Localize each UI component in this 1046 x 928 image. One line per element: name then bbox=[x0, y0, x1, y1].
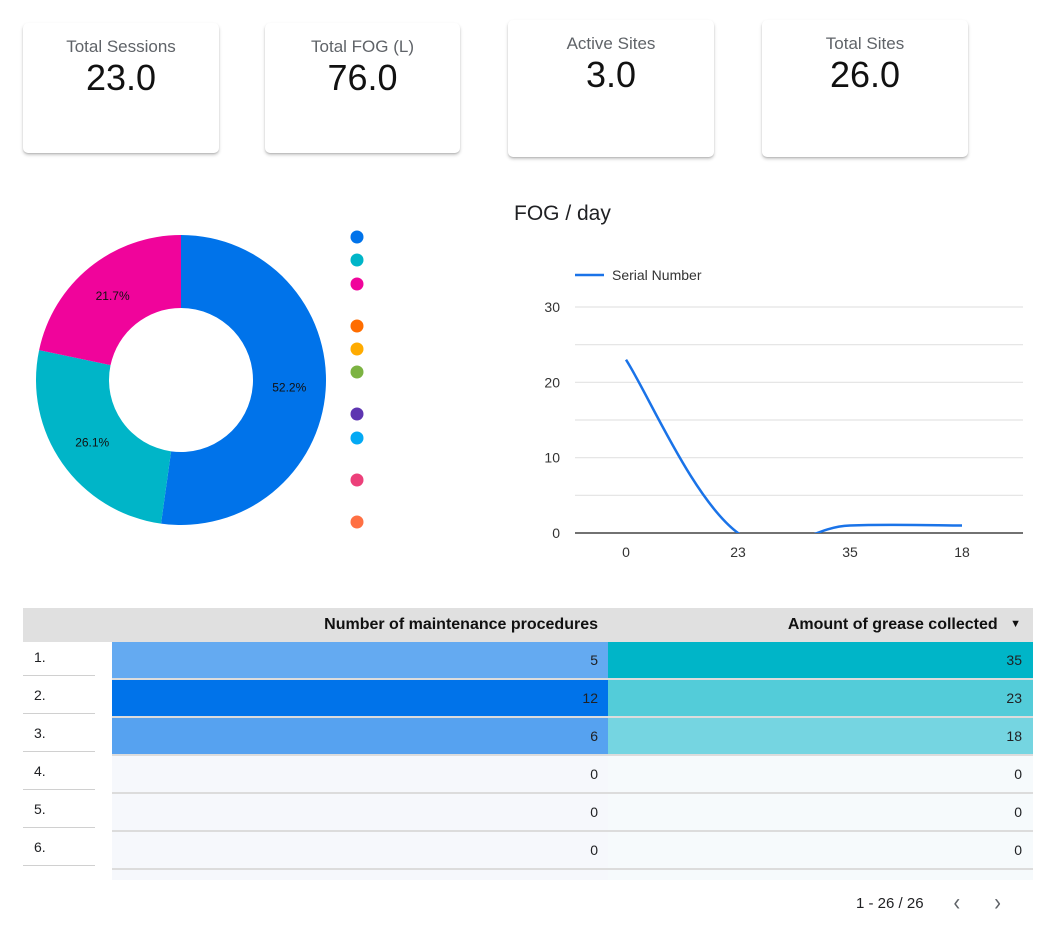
legend-marker[interactable] bbox=[350, 473, 364, 487]
table-row[interactable]: 4. 0 0 bbox=[23, 756, 1033, 794]
table-row[interactable]: 5. 0 0 bbox=[23, 794, 1033, 832]
legend-label[interactable]: Serial Number bbox=[612, 267, 702, 283]
donut-slice-label: 52.2% bbox=[272, 380, 306, 394]
legend-marker[interactable] bbox=[350, 515, 364, 529]
row-index: 4. bbox=[23, 752, 95, 790]
y-tick-label: 10 bbox=[544, 450, 560, 466]
x-tick-label: 0 bbox=[622, 544, 630, 560]
legend-marker[interactable] bbox=[350, 365, 364, 379]
row-index: 1. bbox=[23, 638, 95, 676]
legend-marker[interactable] bbox=[350, 319, 364, 333]
row-index: 5. bbox=[23, 790, 95, 828]
legend-marker[interactable] bbox=[350, 431, 364, 445]
cell-maintenance: 0 bbox=[112, 794, 608, 832]
legend-marker[interactable] bbox=[350, 277, 364, 291]
cell-grease: 0 bbox=[608, 794, 1033, 832]
scorecard-label: Total Sessions bbox=[66, 37, 176, 56]
row-index: 6. bbox=[23, 828, 95, 866]
y-tick-label: 0 bbox=[552, 525, 560, 541]
sort-descending-icon[interactable]: ▼ bbox=[1010, 618, 1021, 630]
cell-grease: 0 bbox=[608, 756, 1033, 794]
cell-grease: 35 bbox=[608, 642, 1033, 680]
line-chart: 0 10 20 30 0 23 35 18 Serial Number bbox=[500, 250, 1046, 570]
cell-grease: 23 bbox=[608, 680, 1033, 718]
table-body: 1. 5 35 2. 12 23 3. 6 18 4. 0 0 5. 0 0 6. 0 0 bbox=[23, 642, 1033, 870]
x-tick-label: 35 bbox=[842, 544, 858, 560]
scorecard-total-fog: Total FOG (L) 76.0 bbox=[265, 23, 460, 153]
column-header-maintenance[interactable]: Number of maintenance procedures bbox=[112, 616, 608, 634]
cell-maintenance: 12 bbox=[112, 680, 608, 718]
legend-marker[interactable] bbox=[350, 253, 364, 267]
scorecard-value: 76.0 bbox=[327, 57, 398, 98]
cell-grease: 18 bbox=[608, 718, 1033, 756]
legend-marker[interactable] bbox=[350, 342, 364, 356]
line-chart-svg: 0 10 20 30 0 23 35 18 Serial Number bbox=[544, 267, 1023, 560]
table-row[interactable]: 6. 0 0 bbox=[23, 832, 1033, 870]
scorecard-total-sites: Total Sites 26.0 bbox=[762, 20, 968, 157]
scorecard-active-sites: Active Sites 3.0 bbox=[508, 20, 714, 157]
scorecard-value: 23.0 bbox=[85, 57, 157, 98]
y-tick-label: 30 bbox=[544, 299, 560, 315]
table-row[interactable]: 1. 5 35 bbox=[23, 642, 1033, 680]
legend-marker[interactable] bbox=[350, 407, 364, 421]
scorecard-label: Active Sites bbox=[566, 34, 656, 53]
row-index: 2. bbox=[23, 676, 95, 714]
scorecard-value: 26.0 bbox=[829, 54, 901, 95]
column-header-grease-label: Amount of grease collected bbox=[787, 616, 998, 633]
cell-grease: 0 bbox=[608, 832, 1033, 870]
donut-chart-svg: 52.2% 26.1% 21.7% bbox=[35, 230, 364, 529]
scorecard-label: Total Sites bbox=[825, 34, 905, 53]
donut-slice-label: 26.1% bbox=[75, 435, 109, 449]
donut-chart: 52.2% 26.1% 21.7% bbox=[20, 220, 390, 540]
donut-slice-label: 21.7% bbox=[96, 289, 130, 303]
x-tick-label: 23 bbox=[730, 544, 746, 560]
pagination-label: 1 - 26 / 26 bbox=[856, 895, 924, 912]
table-row[interactable]: 2. 12 23 bbox=[23, 680, 1033, 718]
cell-maintenance: 0 bbox=[112, 756, 608, 794]
next-page-button[interactable]: › bbox=[994, 890, 1001, 918]
pagination: 1 - 26 / 26 ‹ › bbox=[856, 890, 1001, 918]
table-footer-spacer bbox=[23, 870, 1033, 880]
scorecard-label: Total FOG (L) bbox=[311, 37, 414, 56]
previous-page-button[interactable]: ‹ bbox=[954, 890, 961, 918]
scorecard-value: 3.0 bbox=[585, 54, 637, 95]
cell-maintenance: 0 bbox=[112, 832, 608, 870]
y-tick-label: 20 bbox=[544, 374, 560, 390]
cell-maintenance: 5 bbox=[112, 642, 608, 680]
data-table: Number of maintenance procedures Amount … bbox=[23, 608, 1033, 880]
x-tick-label: 18 bbox=[954, 544, 970, 560]
table-header: Number of maintenance procedures Amount … bbox=[23, 608, 1033, 642]
series-line-serial-number[interactable] bbox=[624, 359, 963, 547]
table-row[interactable]: 3. 6 18 bbox=[23, 718, 1033, 756]
row-index: 3. bbox=[23, 714, 95, 752]
scorecard-total-sessions: Total Sessions 23.0 bbox=[23, 23, 219, 153]
legend-marker[interactable] bbox=[350, 230, 364, 244]
column-header-grease[interactable]: Amount of grease collected ▼ bbox=[608, 616, 1033, 634]
cell-maintenance: 6 bbox=[112, 718, 608, 756]
line-chart-title: FOG / day bbox=[514, 202, 611, 225]
